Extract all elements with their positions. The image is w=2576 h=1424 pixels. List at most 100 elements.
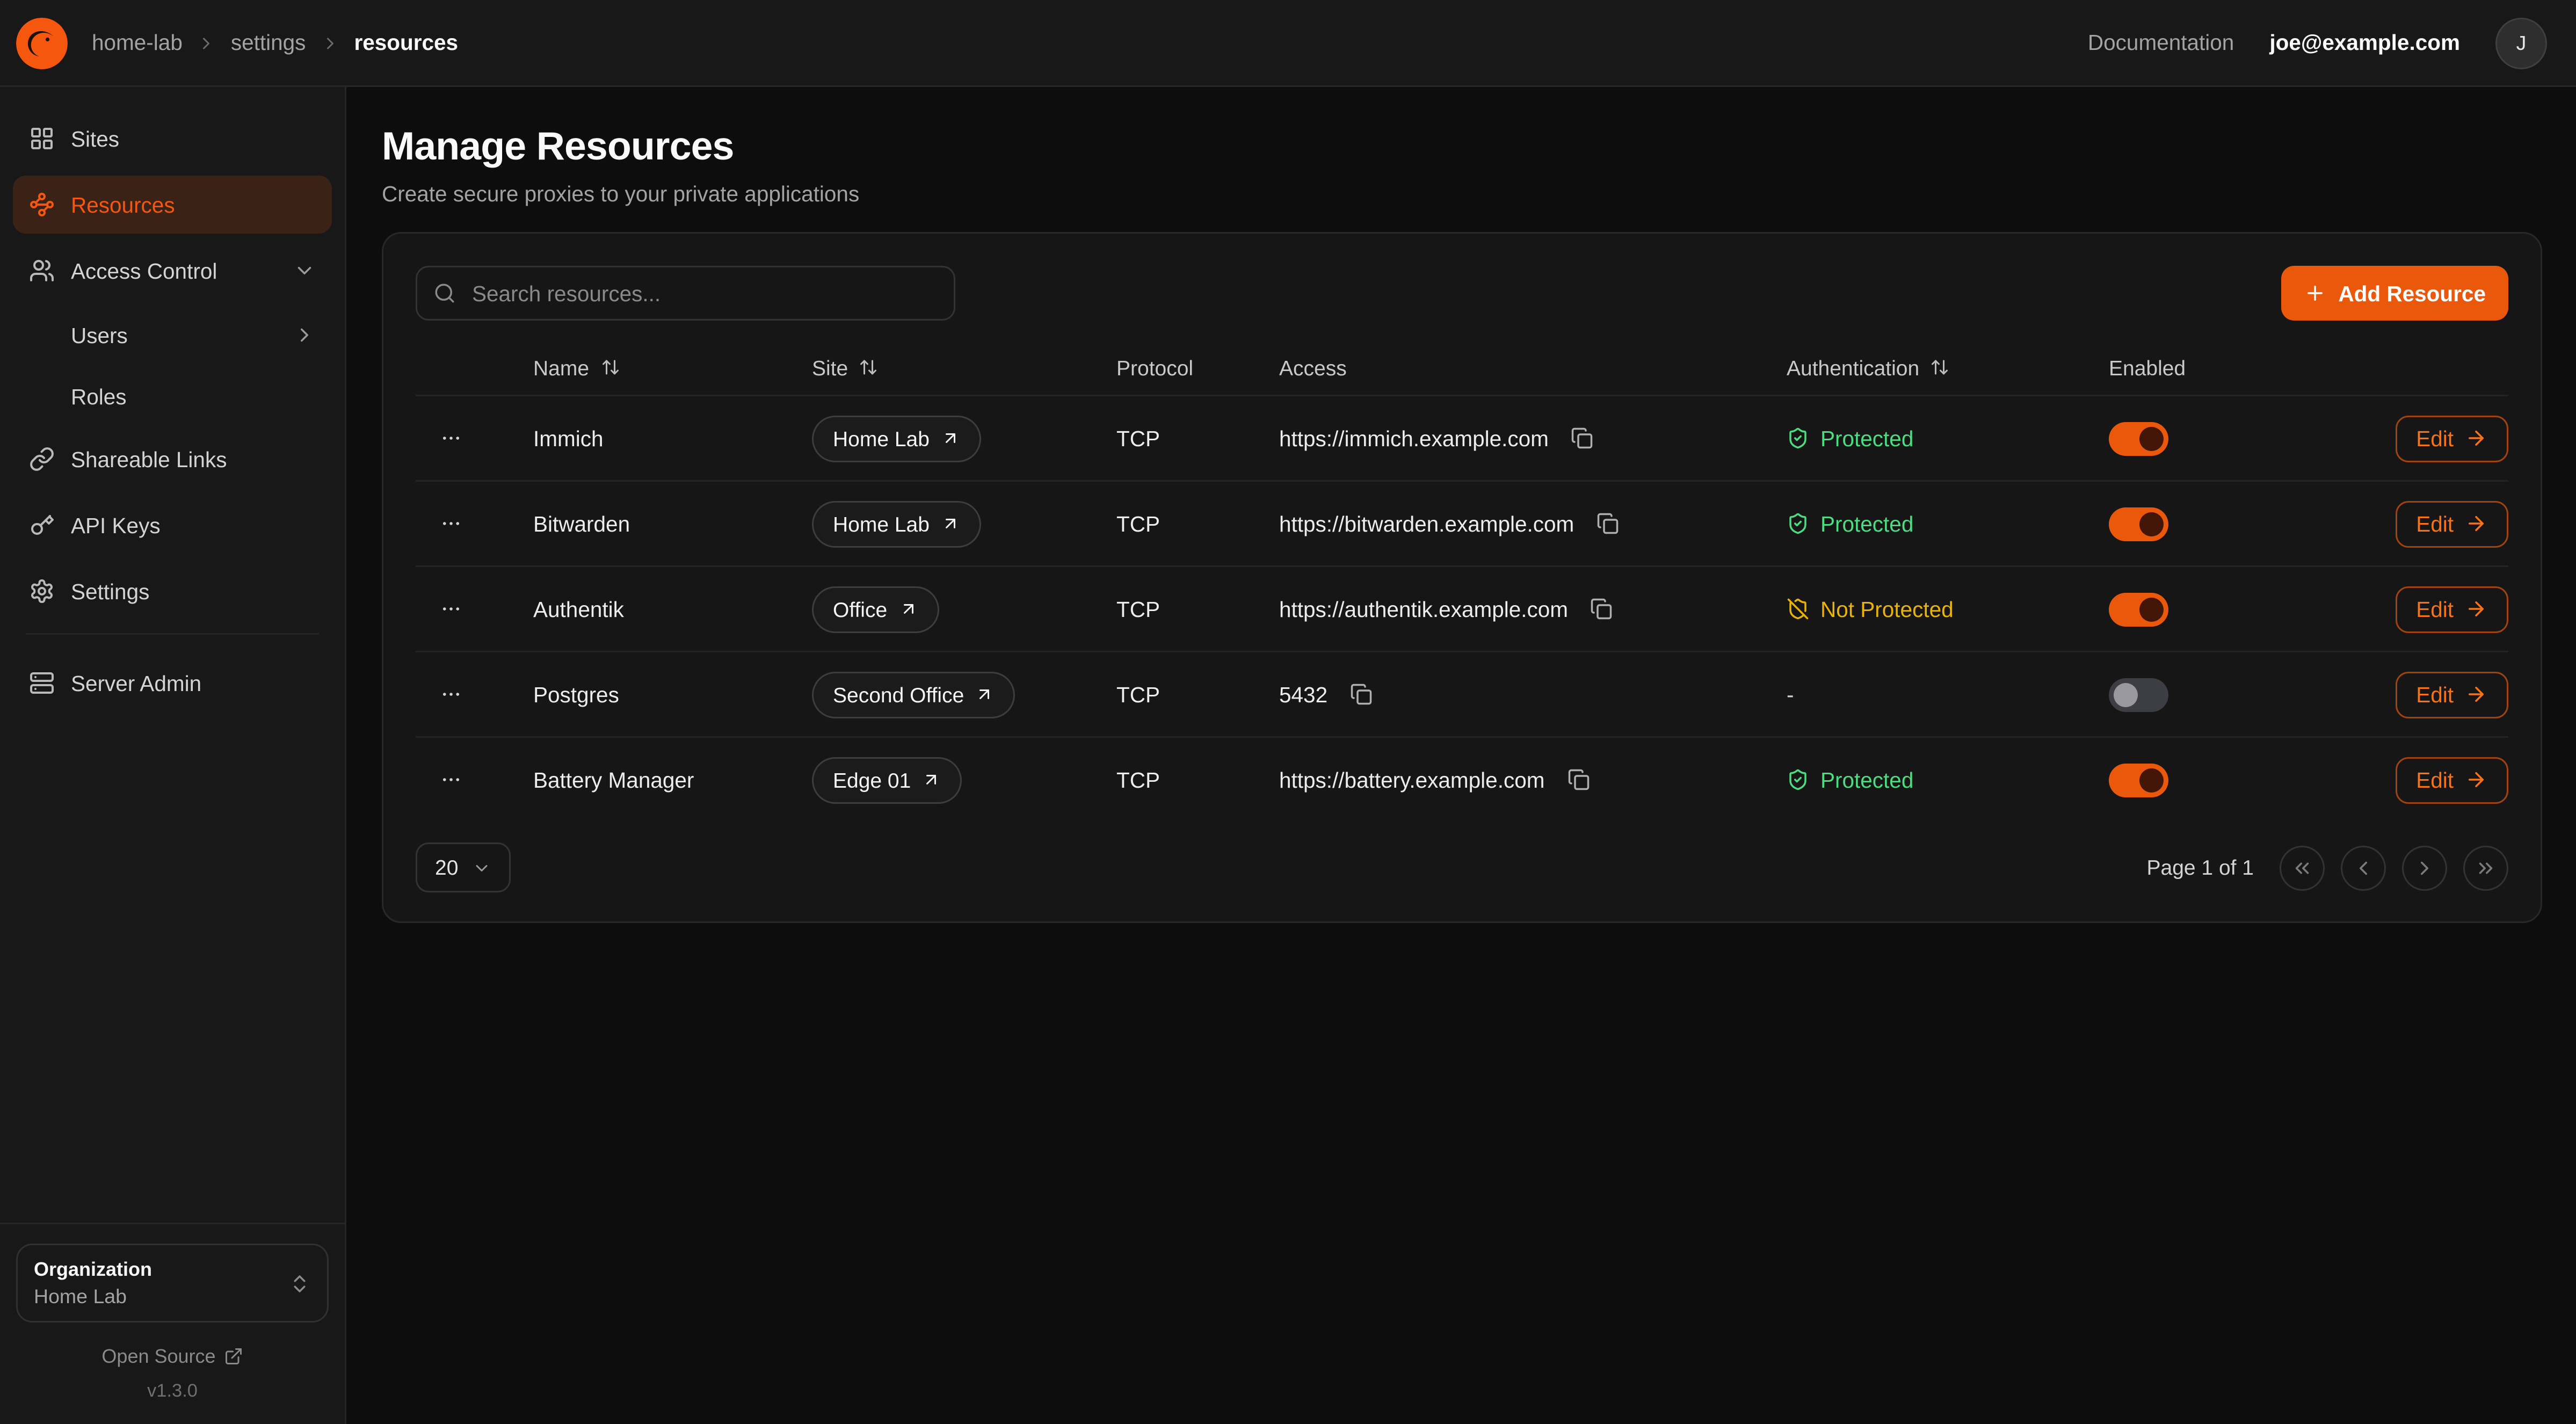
row-menu-button[interactable]: [429, 757, 474, 802]
column-header-name[interactable]: Name: [533, 355, 812, 380]
sidebar-item-resources[interactable]: Resources: [13, 176, 332, 234]
toggle-knob: [2114, 682, 2138, 707]
edit-button[interactable]: Edit: [2395, 671, 2508, 718]
plus-icon: [2304, 282, 2327, 304]
site-link[interactable]: Home Lab: [812, 415, 981, 462]
edit-button[interactable]: Edit: [2395, 415, 2508, 462]
page-subtitle: Create secure proxies to your private ap…: [382, 182, 2542, 206]
sidebar-item-roles[interactable]: Roles: [13, 369, 332, 424]
sidebar-item-label: Shareable Links: [71, 447, 227, 471]
app-logo-icon[interactable]: [16, 17, 68, 69]
sidebar-item-server-admin[interactable]: Server Admin: [13, 654, 332, 712]
copy-icon: [1597, 512, 1619, 535]
copy-button[interactable]: [1342, 675, 1381, 714]
avatar-initial: J: [2516, 32, 2527, 54]
row-menu-button[interactable]: [429, 672, 474, 717]
edit-button[interactable]: Edit: [2395, 586, 2508, 633]
copy-button[interactable]: [1563, 419, 1602, 457]
open-source-link[interactable]: Open Source: [16, 1345, 329, 1368]
table-row: Authentik Office TCP https://authentik.e…: [416, 565, 2508, 651]
row-menu-button[interactable]: [429, 416, 474, 461]
enabled-toggle[interactable]: [2109, 507, 2168, 541]
breadcrumb-settings[interactable]: settings: [231, 31, 306, 55]
organization-selector[interactable]: Organization Home Lab: [16, 1244, 329, 1323]
auth-status: Protected: [1787, 512, 1913, 536]
site-link[interactable]: Edge 01: [812, 757, 962, 803]
resource-access: 5432: [1279, 682, 1327, 707]
sidebar-item-sites[interactable]: Sites: [13, 110, 332, 168]
site-link[interactable]: Office: [812, 586, 939, 633]
copy-button[interactable]: [1559, 760, 1598, 799]
documentation-link[interactable]: Documentation: [2088, 31, 2234, 55]
auth-status: Protected: [1787, 768, 1913, 792]
table-row: Battery Manager Edge 01 TCP https://batt…: [416, 736, 2508, 822]
resource-access: https://bitwarden.example.com: [1279, 512, 1574, 536]
copy-icon: [1571, 427, 1594, 449]
page-size-value: 20: [435, 855, 458, 880]
column-header-authentication[interactable]: Authentication: [1787, 355, 2109, 380]
avatar[interactable]: J: [2495, 17, 2547, 69]
ellipsis-icon: [440, 427, 462, 449]
enabled-toggle[interactable]: [2109, 592, 2168, 626]
enabled-toggle[interactable]: [2109, 678, 2168, 711]
sidebar-item-access-control[interactable]: Access Control: [13, 242, 332, 300]
add-resource-button[interactable]: Add Resource: [2282, 266, 2508, 321]
auth-label: Protected: [1820, 768, 1913, 792]
open-source-label: Open Source: [101, 1345, 215, 1368]
prev-page-button[interactable]: [2341, 845, 2386, 890]
sidebar-item-users[interactable]: Users: [13, 308, 332, 362]
auth-label: Protected: [1820, 512, 1913, 536]
user-email[interactable]: joe@example.com: [2269, 31, 2460, 55]
page-title: Manage Resources: [382, 126, 2542, 171]
edit-button[interactable]: Edit: [2395, 757, 2508, 803]
resource-name: Authentik: [533, 597, 624, 621]
site-link[interactable]: Home Lab: [812, 500, 981, 547]
copy-icon: [1591, 598, 1613, 620]
auth-status: Protected: [1787, 426, 1913, 451]
resources-table: Name Site Protocol Access Authenticati: [416, 340, 2508, 822]
search-input[interactable]: [469, 280, 938, 307]
arrow-up-right-icon: [941, 428, 960, 448]
sidebar-item-shareable-links[interactable]: Shareable Links: [13, 430, 332, 488]
resource-access: https://authentik.example.com: [1279, 597, 1568, 621]
auth-status: -: [1787, 682, 1794, 707]
next-page-button[interactable]: [2402, 845, 2447, 890]
edit-button-label: Edit: [2416, 512, 2454, 536]
copy-button[interactable]: [1588, 504, 1627, 543]
copy-button[interactable]: [1583, 590, 1621, 628]
breadcrumb: home-lab settings resources: [92, 31, 458, 55]
page-size-select[interactable]: 20: [416, 842, 511, 892]
site-pill-label: Edge 01: [833, 768, 911, 792]
sidebar-item-settings[interactable]: Settings: [13, 562, 332, 620]
sidebar-item-api-keys[interactable]: API Keys: [13, 496, 332, 554]
chevron-right-icon: [197, 33, 216, 53]
chevrons-up-down-icon: [288, 1272, 311, 1295]
row-menu-button[interactable]: [429, 586, 474, 631]
auth-label: Not Protected: [1820, 597, 1954, 621]
sort-icon: [600, 358, 620, 377]
column-label: Name: [533, 355, 589, 380]
arrow-right-icon: [2465, 512, 2487, 535]
breadcrumb-resources[interactable]: resources: [354, 31, 458, 55]
shield-check-icon: [1787, 512, 1809, 535]
pagination-right: Page 1 of 1: [2147, 845, 2509, 890]
table-row: Bitwarden Home Lab TCP https://bitwarden…: [416, 480, 2508, 565]
enabled-toggle[interactable]: [2109, 763, 2168, 797]
column-label: Authentication: [1787, 355, 1919, 380]
edit-button[interactable]: Edit: [2395, 500, 2508, 547]
external-link-icon: [224, 1347, 243, 1366]
site-link[interactable]: Second Office: [812, 671, 1015, 718]
sidebar-divider: [26, 633, 319, 635]
arrow-right-icon: [2465, 768, 2487, 791]
row-menu-button[interactable]: [429, 501, 474, 546]
ellipsis-icon: [440, 683, 462, 706]
enabled-toggle[interactable]: [2109, 422, 2168, 455]
column-header-site[interactable]: Site: [812, 355, 1116, 380]
arrow-up-right-icon: [922, 770, 941, 789]
site-pill-label: Second Office: [833, 682, 964, 707]
last-page-button[interactable]: [2463, 845, 2508, 890]
first-page-button[interactable]: [2280, 845, 2325, 890]
auth-status: Not Protected: [1787, 597, 1954, 621]
toolbar: Add Resource: [416, 266, 2508, 321]
breadcrumb-home-lab[interactable]: home-lab: [92, 31, 183, 55]
